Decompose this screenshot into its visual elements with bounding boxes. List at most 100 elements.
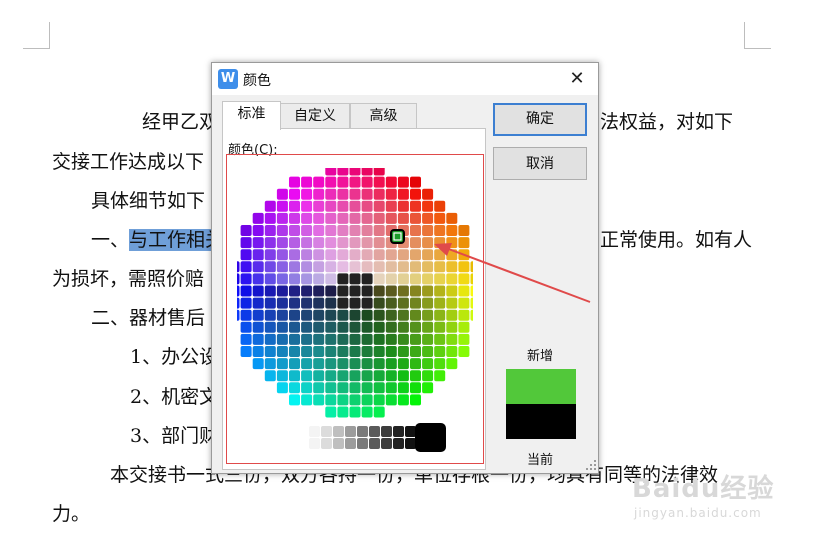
color-cell[interactable] (446, 237, 458, 249)
color-cell[interactable] (289, 249, 300, 261)
color-cell[interactable] (301, 225, 313, 236)
color-cell[interactable] (361, 176, 373, 188)
color-cell[interactable] (325, 297, 337, 309)
color-cell[interactable] (337, 333, 349, 345)
color-cell[interactable] (410, 273, 421, 285)
gray-cell[interactable] (345, 438, 356, 449)
color-cell[interactable] (325, 333, 337, 345)
color-cell[interactable] (410, 309, 421, 321)
color-cell[interactable] (373, 358, 385, 370)
color-cell[interactable] (410, 261, 421, 273)
color-cell[interactable] (349, 249, 361, 261)
color-cell[interactable] (410, 370, 421, 382)
gray-cell[interactable] (357, 426, 368, 437)
color-cell[interactable] (289, 358, 300, 370)
color-cell[interactable] (397, 249, 409, 261)
color-cell[interactable] (289, 346, 300, 357)
color-cell[interactable] (397, 358, 409, 370)
color-cell[interactable] (301, 321, 313, 333)
color-cell[interactable] (458, 225, 470, 236)
color-cell[interactable] (264, 321, 276, 333)
color-cell[interactable] (373, 394, 385, 406)
color-cell[interactable] (325, 237, 337, 249)
color-cell[interactable] (313, 333, 325, 345)
color-cell[interactable] (289, 188, 300, 200)
color-cell[interactable] (313, 321, 325, 333)
color-cell[interactable] (337, 249, 349, 261)
color-cell[interactable] (264, 309, 276, 321)
color-cell[interactable] (446, 309, 458, 321)
color-cell[interactable] (361, 225, 373, 236)
color-cell[interactable] (361, 200, 373, 212)
color-cell[interactable] (434, 261, 446, 273)
color-cell[interactable] (349, 394, 361, 406)
color-cell[interactable] (373, 261, 385, 273)
color-cell[interactable] (446, 297, 458, 309)
color-cell[interactable] (434, 249, 446, 261)
color-cell[interactable] (325, 346, 337, 357)
color-cell[interactable] (276, 285, 288, 297)
color-cell[interactable] (446, 212, 458, 224)
color-cell[interactable] (373, 346, 385, 357)
gray-cell[interactable] (321, 438, 332, 449)
color-cell[interactable] (313, 176, 325, 188)
color-cell[interactable] (301, 261, 313, 273)
color-cell[interactable] (422, 333, 434, 345)
color-cell[interactable] (410, 321, 421, 333)
color-cell[interactable] (361, 394, 373, 406)
color-cell[interactable] (385, 273, 397, 285)
color-cell[interactable] (373, 406, 385, 418)
color-cell[interactable] (240, 297, 252, 309)
color-cell[interactable] (276, 237, 288, 249)
color-cell[interactable] (337, 370, 349, 382)
color-cell[interactable] (349, 358, 361, 370)
color-cell[interactable] (422, 237, 434, 249)
color-cell[interactable] (264, 358, 276, 370)
color-cell[interactable] (264, 285, 276, 297)
color-cell[interactable] (240, 285, 252, 297)
color-cell[interactable] (349, 176, 361, 188)
color-cell[interactable] (252, 249, 264, 261)
color-cell[interactable] (373, 297, 385, 309)
color-cell[interactable] (337, 176, 349, 188)
color-cell[interactable] (301, 358, 313, 370)
color-cell[interactable] (313, 200, 325, 212)
color-cell[interactable] (410, 297, 421, 309)
gray-cell[interactable] (381, 438, 392, 449)
color-cell[interactable] (458, 321, 470, 333)
color-cell[interactable] (252, 309, 264, 321)
color-cell[interactable] (385, 394, 397, 406)
color-cell[interactable] (361, 273, 373, 285)
color-cell[interactable] (313, 261, 325, 273)
color-cell[interactable] (325, 394, 337, 406)
color-cell[interactable] (325, 176, 337, 188)
color-cell[interactable] (410, 333, 421, 345)
color-cell[interactable] (410, 237, 421, 249)
color-cell[interactable] (289, 333, 300, 345)
color-cell[interactable] (313, 382, 325, 394)
color-cell[interactable] (289, 321, 300, 333)
color-cell[interactable] (301, 370, 313, 382)
color-cell[interactable] (264, 261, 276, 273)
color-cell[interactable] (385, 212, 397, 224)
color-cell[interactable] (313, 237, 325, 249)
color-cell[interactable] (385, 176, 397, 188)
color-cell[interactable] (325, 249, 337, 261)
color-cell[interactable] (397, 212, 409, 224)
color-hexagon-grid[interactable] (237, 168, 473, 458)
color-cell[interactable] (361, 249, 373, 261)
color-cell[interactable] (301, 285, 313, 297)
color-cell[interactable] (289, 273, 300, 285)
color-cell[interactable] (289, 212, 300, 224)
color-cell[interactable] (422, 261, 434, 273)
color-cell[interactable] (237, 297, 240, 309)
cancel-button[interactable]: 取消 (493, 147, 587, 180)
color-cell[interactable] (410, 176, 421, 188)
color-cell[interactable] (349, 273, 361, 285)
color-cell[interactable] (313, 309, 325, 321)
color-cell[interactable] (349, 237, 361, 249)
color-cell[interactable] (264, 249, 276, 261)
color-cell[interactable] (373, 225, 385, 236)
color-cell[interactable] (301, 346, 313, 357)
color-cell[interactable] (337, 382, 349, 394)
